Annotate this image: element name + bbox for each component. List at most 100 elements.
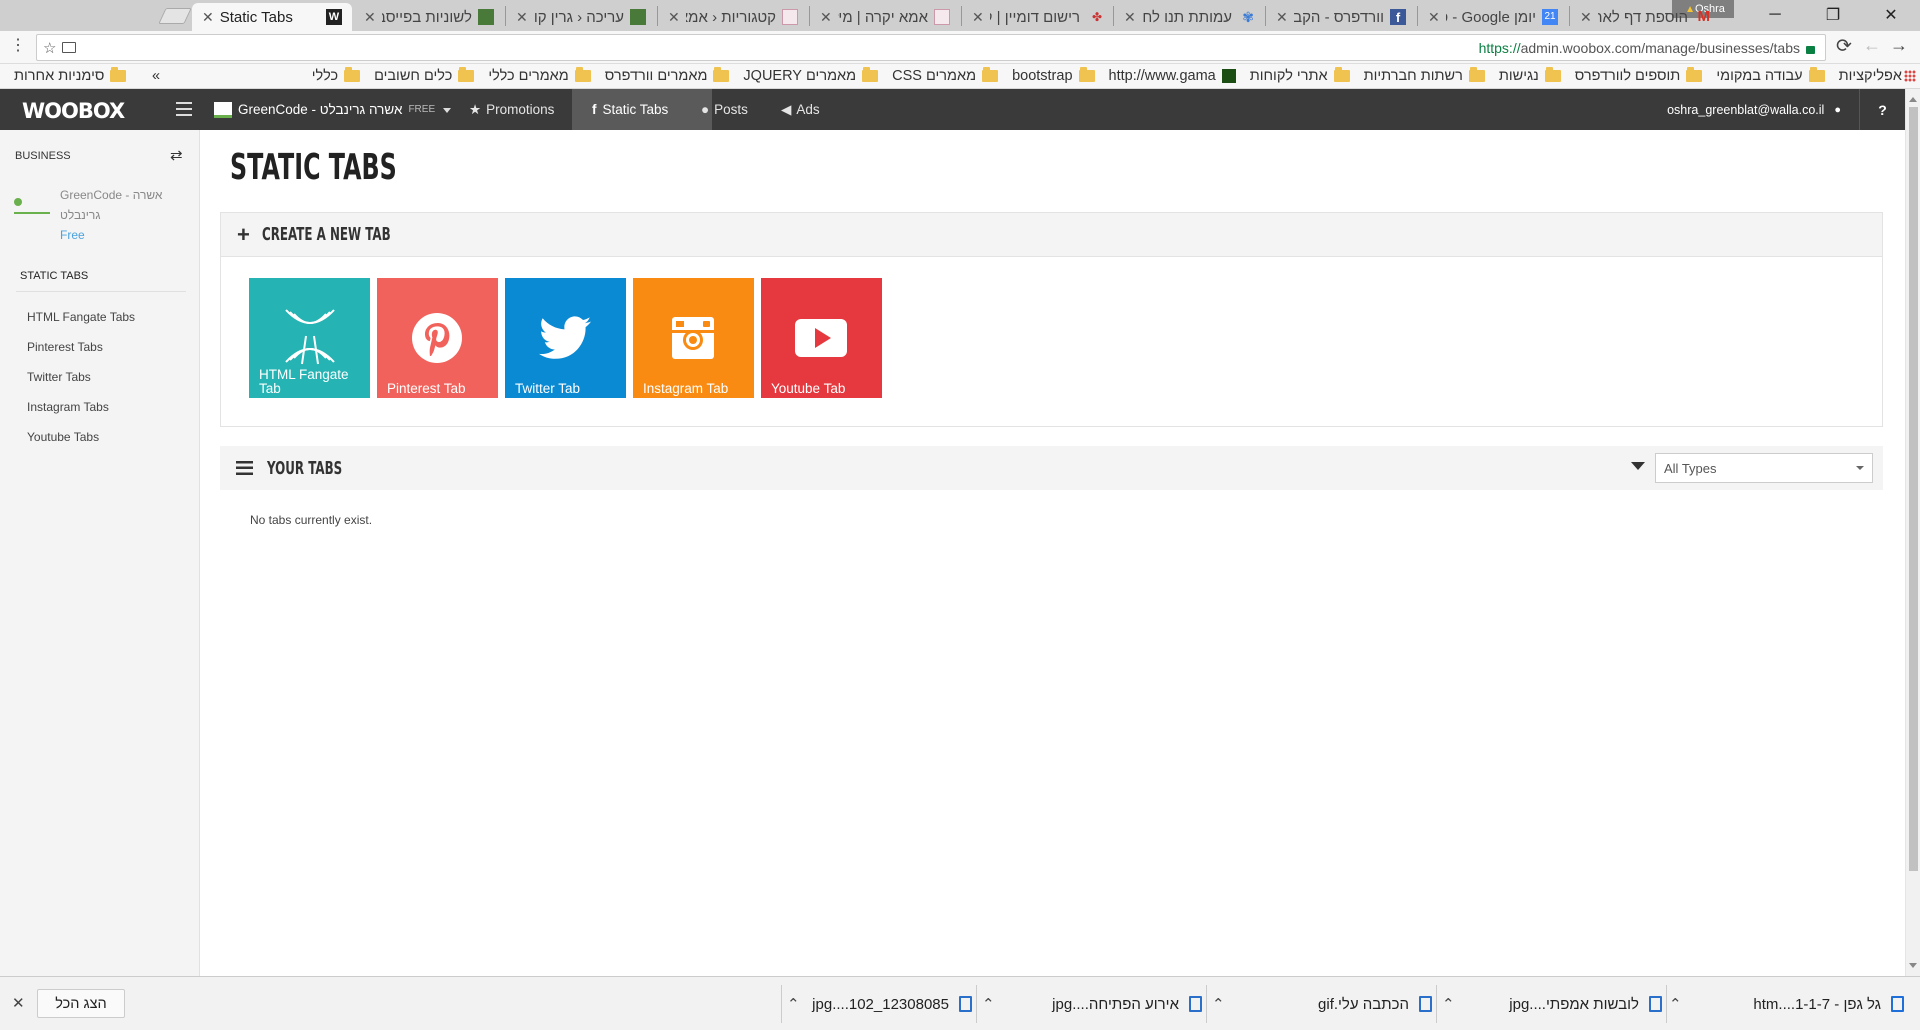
type-filter-select[interactable]: All Types <box>1655 453 1873 483</box>
browser-tab[interactable]: ✾ עמותת תנו לחיו ✕ <box>1114 3 1264 31</box>
tile-youtube[interactable]: Youtube Tab <box>761 278 882 398</box>
minimize-window-button[interactable]: ─ <box>1746 0 1804 30</box>
tab-close-icon[interactable]: ✕ <box>1124 9 1136 26</box>
nav-promotions[interactable]: ★ Promotions <box>449 89 574 130</box>
tab-close-icon[interactable]: ✕ <box>202 9 214 26</box>
tile-html-fangate[interactable]: HTML Fangate Tab <box>249 278 370 398</box>
ie-document-icon <box>1891 996 1904 1012</box>
tile-instagram[interactable]: Instagram Tab <box>633 278 754 398</box>
close-window-button[interactable]: ✕ <box>1862 0 1920 30</box>
star-icon: ★ <box>469 101 482 117</box>
restore-window-button[interactable]: ❐ <box>1804 0 1862 30</box>
business-card[interactable]: GreenCode - אשרה גרינבלט Free <box>14 188 194 248</box>
tab-close-icon[interactable]: ✕ <box>668 9 680 26</box>
browser-tab[interactable]: אמא יקרה | מיזם ✕ <box>810 3 960 31</box>
browser-tab[interactable]: 21 יומן Google - פ ✕ <box>1418 3 1568 31</box>
bookmark-folder[interactable]: מאמרים CSS <box>892 67 999 84</box>
page-scrollbar[interactable] <box>1905 89 1920 976</box>
browser-tab[interactable]: קטגוריות ‹ אמא ✕ <box>658 3 808 31</box>
reload-icon[interactable]: ⟳ <box>1836 35 1852 58</box>
sidebar-link-youtube[interactable]: Youtube Tabs <box>27 430 99 444</box>
url-text[interactable]: https://admin.woobox.com/manage/business… <box>1479 40 1800 56</box>
folder-icon <box>1468 67 1485 82</box>
empty-tabs-message: No tabs currently exist. <box>250 513 373 527</box>
apps-grid-icon[interactable] <box>1904 70 1916 82</box>
bookmark-folder[interactable]: רשתות חברתיות <box>1364 67 1485 84</box>
scrollbar-thumb[interactable] <box>1909 107 1918 871</box>
new-tab-button[interactable] <box>158 8 192 24</box>
bookmark-folder[interactable]: כללי <box>312 67 361 84</box>
omnibox[interactable]: ☆ https://admin.woobox.com/manage/busine… <box>36 34 1826 61</box>
switch-business-button[interactable]: ⇄ <box>170 146 183 164</box>
browser-tab[interactable]: עריכה ‹ גרין קוד ✕ <box>506 3 656 31</box>
tab-close-icon[interactable]: ✕ <box>516 9 528 26</box>
chevron-up-icon[interactable]: ⌃ <box>1442 995 1455 1013</box>
download-item[interactable]: הכתבה עלי.gif ⌃ <box>1212 987 1432 1021</box>
bookmark-folder[interactable]: עבודה במקומי <box>1716 67 1825 84</box>
bookmark-folder[interactable]: תוספים לוורדפרס <box>1575 67 1703 84</box>
sidebar-link-instagram[interactable]: Instagram Tabs <box>27 400 109 414</box>
sidebar-link-fangate[interactable]: HTML Fangate Tabs <box>27 310 135 324</box>
bookmark-apps[interactable]: אפליקציות <box>1839 68 1902 84</box>
business-selector[interactable]: GreenCode - אשרה גרינבלט FREE <box>214 89 452 130</box>
tab-close-icon[interactable]: ✕ <box>364 9 376 26</box>
tile-pinterest[interactable]: Pinterest Tab <box>377 278 498 398</box>
show-all-downloads-button[interactable]: הצג הכל <box>37 989 125 1018</box>
image-file-icon <box>959 996 972 1012</box>
tile-twitter[interactable]: Twitter Tab <box>505 278 626 398</box>
bookmark-folder[interactable]: אתרי לקוחות <box>1250 67 1350 84</box>
scroll-down-arrow-icon[interactable] <box>1909 963 1917 972</box>
browser-tab[interactable]: לשוניות בפייסבוק ✕ <box>354 3 504 31</box>
chevron-up-icon[interactable]: ⌃ <box>787 995 800 1013</box>
download-item[interactable]: 12308085_102....jpg ⌃ <box>787 987 972 1021</box>
other-bookmarks[interactable]: סימניות אחרות <box>14 67 127 84</box>
scroll-up-arrow-icon[interactable] <box>1909 93 1917 102</box>
tab-close-icon[interactable]: ✕ <box>1580 9 1592 26</box>
close-downloads-bar-button[interactable]: ✕ <box>12 994 25 1012</box>
browser-tab-strip: ✕ ❐ ─ Oshra▲ M הוספת דף לאתר ✕ 21 יומן G… <box>0 0 1920 31</box>
bookmark-link[interactable]: http://www.gama <box>1109 68 1236 84</box>
tab-close-icon[interactable]: ✕ <box>1428 9 1440 26</box>
green-site-icon <box>1221 69 1236 83</box>
business-logo <box>14 194 50 214</box>
folder-icon <box>982 67 999 82</box>
chevron-up-icon[interactable]: ⌃ <box>1669 995 1682 1013</box>
bookmark-folder[interactable]: מאמרים JQUERY <box>743 67 879 84</box>
pinterest-icon <box>412 313 462 363</box>
chevron-up-icon[interactable]: ⌃ <box>982 995 995 1013</box>
bookmark-folder[interactable]: bootstrap <box>1012 67 1095 84</box>
nav-ads[interactable]: ◀ Ads <box>761 89 840 130</box>
forward-icon[interactable]: ← <box>1863 35 1881 56</box>
browser-tab[interactable]: f וורדפרס - הקבוצה ✕ <box>1266 3 1416 31</box>
folder-icon <box>713 67 730 82</box>
tab-close-icon[interactable]: ✕ <box>1276 9 1288 26</box>
woobox-logo[interactable]: WOOBOX <box>22 99 125 123</box>
restore-icon: ❐ <box>1825 7 1841 24</box>
user-menu[interactable]: oshra_greenblat@walla.co.il ● <box>1667 89 1841 130</box>
bookmarks-overflow-button[interactable]: » <box>152 68 160 84</box>
image-file-icon <box>1649 996 1662 1012</box>
browser-tab-active[interactable]: ✕ Static Tabs W <box>192 3 352 31</box>
nav-posts[interactable]: ● Posts <box>681 89 768 130</box>
tab-close-icon[interactable]: ✕ <box>820 9 832 26</box>
menu-dots-icon[interactable]: ⋮ <box>10 37 26 55</box>
help-button[interactable]: ? <box>1859 89 1905 130</box>
back-icon[interactable]: → <box>1890 35 1908 56</box>
sidebar-link-pinterest[interactable]: Pinterest Tabs <box>27 340 103 354</box>
browser-tab[interactable]: ✤ רישום דומיין | קו ✕ <box>962 3 1112 31</box>
download-item[interactable]: לובשות אמפתי....jpg ⌃ <box>1442 987 1662 1021</box>
folder-icon <box>344 67 361 82</box>
browser-tab[interactable]: M הוספת דף לאתר ✕ <box>1570 3 1720 31</box>
tab-close-icon[interactable]: ✕ <box>972 9 984 26</box>
bookmark-folder[interactable]: נגישות <box>1499 67 1561 84</box>
star-icon[interactable]: ☆ <box>43 39 56 57</box>
bookmark-folder[interactable]: מאמרים וורדפרס <box>605 67 730 84</box>
sidebar-toggle-button[interactable] <box>176 102 192 116</box>
download-item[interactable]: אירוע הפתיחה....jpg ⌃ <box>982 987 1202 1021</box>
bookmark-folder[interactable]: מאמרים כללי <box>488 67 591 84</box>
bookmark-folder[interactable]: כלים חשובים <box>374 67 475 84</box>
download-item[interactable]: גל גפן - 1-1-7....htm ⌃ <box>1669 987 1904 1021</box>
chevron-up-icon[interactable]: ⌃ <box>1212 995 1225 1013</box>
sidebar-link-twitter[interactable]: Twitter Tabs <box>27 370 91 384</box>
page-info-icon[interactable] <box>62 42 77 53</box>
